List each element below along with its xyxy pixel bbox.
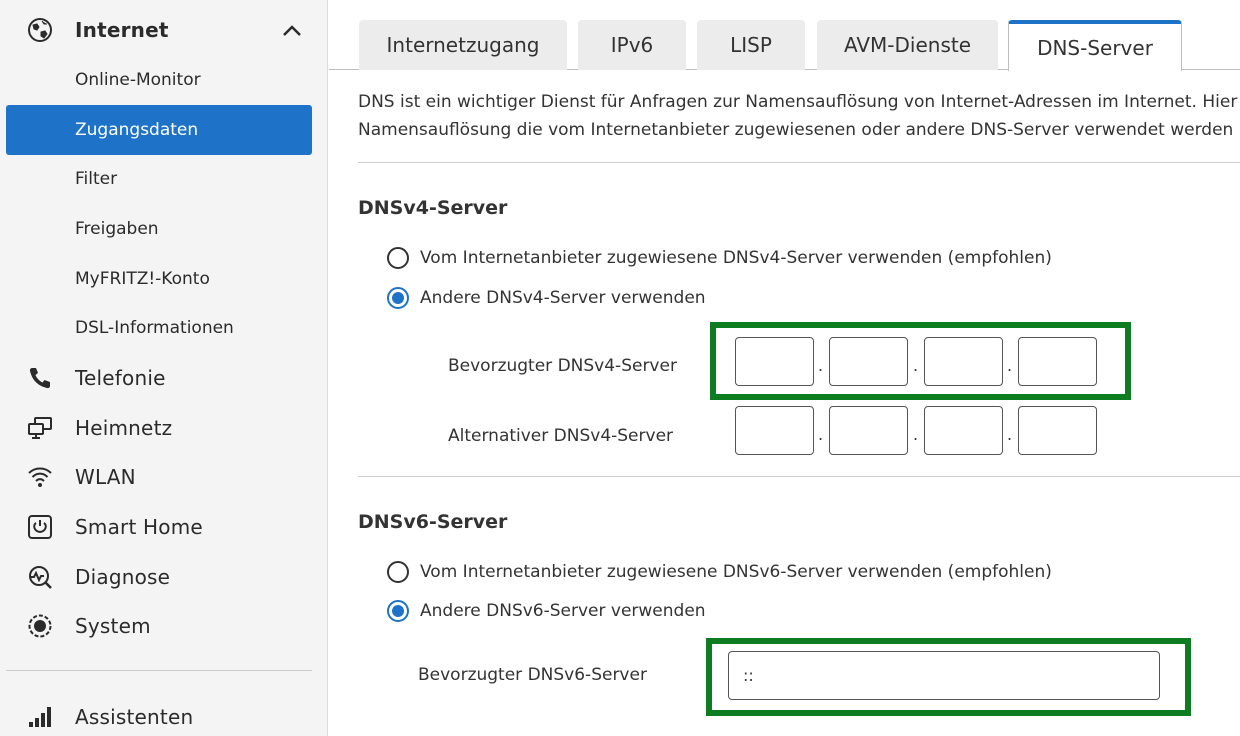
radio-label: Vom Internetanbieter zugewiesene DNSv4-S… [420, 248, 1052, 268]
signal-bars-icon [26, 703, 54, 731]
radio-label: Vom Internetanbieter zugewiesene DNSv6-S… [420, 562, 1052, 582]
radio-label: Andere DNSv6-Server verwenden [420, 601, 706, 621]
sidebar-item-freigaben[interactable]: Freigaben [6, 204, 312, 254]
sidebar-item-system[interactable]: System [0, 604, 318, 648]
sidebar-item-label: DSL-Informationen [75, 318, 234, 338]
diagnose-icon [26, 563, 54, 591]
dnsv6-preferred-label: Bevorzugter DNSv6-Server [418, 665, 647, 685]
intro-text: DNS ist ein wichtiger Dienst für Anfrage… [358, 88, 1240, 144]
dnsv6-preferred-input[interactable] [728, 651, 1160, 700]
octet-separator: . [913, 425, 919, 444]
radio-button[interactable] [387, 561, 409, 583]
dnsv4-option-isp[interactable]: Vom Internetanbieter zugewiesene DNSv4-S… [387, 245, 1052, 271]
dnsv6-option-isp[interactable]: Vom Internetanbieter zugewiesene DNSv6-S… [387, 559, 1052, 585]
dnsv4-preferred-octet-3[interactable] [924, 337, 1003, 386]
sidebar-item-label: Online-Monitor [75, 70, 201, 90]
network-icon [26, 414, 54, 442]
tab-dns-server[interactable]: DNS-Server [1008, 20, 1182, 71]
sidebar-item-label: WLAN [75, 465, 136, 489]
dnsv4-alternative-label: Alternativer DNSv4-Server [448, 426, 674, 446]
sidebar-item-label: MyFRITZ!-Konto [75, 269, 210, 289]
sidebar-item-internet[interactable]: Internet [0, 5, 318, 55]
dnsv6-section-title: DNSv6-Server [358, 511, 508, 533]
power-icon [26, 513, 54, 541]
tab-bar: Internetzugang IPv6 LISP AVM-Dienste DNS… [329, 0, 1240, 71]
sidebar-item-label: Heimnetz [75, 416, 173, 440]
dnsv4-alternative-octet-2[interactable] [829, 406, 908, 455]
octet-separator: . [818, 356, 824, 375]
tab-internetzugang[interactable]: Internetzugang [359, 20, 567, 70]
dnsv4-preferred-octet-2[interactable] [829, 337, 908, 386]
sidebar-item-assistenten[interactable]: Assistenten [0, 695, 318, 736]
phone-icon [26, 364, 54, 392]
radio-button[interactable] [387, 247, 409, 269]
sidebar-item-label: Zugangsdaten [75, 120, 199, 140]
main-content: Internetzugang IPv6 LISP AVM-Dienste DNS… [329, 0, 1240, 736]
dnsv4-option-other[interactable]: Andere DNSv4-Server verwenden [387, 285, 706, 311]
octet-separator: . [818, 425, 824, 444]
dnsv4-alternative-octet-1[interactable] [735, 406, 814, 455]
sidebar-item-wlan[interactable]: WLAN [0, 455, 318, 499]
dnsv6-option-other[interactable]: Andere DNSv6-Server verwenden [387, 598, 706, 624]
sidebar-item-dsl-informationen[interactable]: DSL-Informationen [6, 303, 312, 353]
system-icon [26, 612, 54, 640]
sidebar-item-label: System [75, 614, 151, 638]
sidebar-item-label: Telefonie [75, 366, 166, 390]
dnsv4-preferred-octet-4[interactable] [1018, 337, 1097, 386]
wifi-icon [26, 463, 54, 491]
dnsv4-preferred-octet-1[interactable] [735, 337, 814, 386]
divider [358, 162, 1240, 163]
dnsv4-section-title: DNSv4-Server [358, 197, 508, 219]
radio-dot [392, 605, 404, 617]
sidebar-item-myfritz-konto[interactable]: MyFRITZ!-Konto [6, 254, 312, 304]
sidebar-item-online-monitor[interactable]: Online-Monitor [6, 55, 312, 105]
globe-icon [26, 16, 54, 44]
dnsv4-preferred-label: Bevorzugter DNSv4-Server [448, 356, 677, 376]
sidebar-item-diagnose[interactable]: Diagnose [0, 555, 318, 599]
chevron-up-icon[interactable] [280, 19, 304, 43]
sidebar: Internet Online-Monitor Zugangsdaten Fil… [0, 0, 328, 736]
octet-separator: . [913, 356, 919, 375]
radio-label: Andere DNSv4-Server verwenden [420, 288, 706, 308]
sidebar-item-label: Smart Home [75, 515, 203, 539]
dnsv4-alternative-octet-3[interactable] [924, 406, 1003, 455]
intro-line-1: DNS ist ein wichtiger Dienst für Anfrage… [358, 92, 1238, 112]
dnsv4-alternative-octet-4[interactable] [1018, 406, 1097, 455]
octet-separator: . [1007, 425, 1013, 444]
divider [358, 476, 1240, 477]
radio-button-checked[interactable] [387, 600, 409, 622]
sidebar-item-heimnetz[interactable]: Heimnetz [0, 406, 318, 450]
radio-dot [392, 292, 404, 304]
sidebar-item-filter[interactable]: Filter [6, 154, 312, 204]
octet-separator: . [1007, 356, 1013, 375]
sidebar-divider [6, 670, 312, 671]
sidebar-item-telefonie[interactable]: Telefonie [0, 356, 318, 400]
sidebar-item-smart-home[interactable]: Smart Home [0, 505, 318, 549]
sidebar-item-label: Assistenten [75, 705, 194, 729]
sidebar-item-label: Freigaben [75, 219, 159, 239]
sidebar-item-label: Filter [75, 169, 118, 189]
radio-button-checked[interactable] [387, 287, 409, 309]
sidebar-item-label: Diagnose [75, 565, 171, 589]
sidebar-item-zugangsdaten[interactable]: Zugangsdaten [6, 105, 312, 155]
sidebar-item-label: Internet [75, 18, 169, 42]
intro-line-2: Namensauflösung die vom Internetanbieter… [358, 120, 1234, 140]
tab-avm-dienste[interactable]: AVM-Dienste [817, 20, 998, 70]
tab-lisp[interactable]: LISP [697, 20, 805, 70]
tab-ipv6[interactable]: IPv6 [578, 20, 686, 70]
